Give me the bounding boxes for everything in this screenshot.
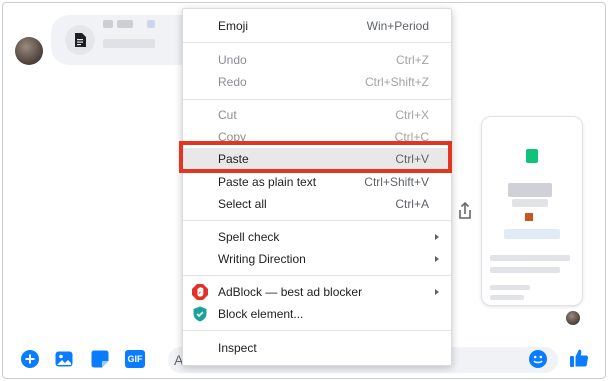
menu-item-label: Undo — [218, 53, 247, 67]
menu-item-label: Block element... — [218, 307, 304, 321]
shared-image-preview[interactable] — [481, 116, 583, 306]
menu-item-label: Spell check — [218, 230, 280, 244]
menu-separator — [183, 99, 451, 100]
menu-item-shortcut: Ctrl+Shift+V — [364, 175, 429, 189]
redacted-filename — [117, 20, 133, 28]
menu-item-writing-direction[interactable]: Writing Direction — [183, 248, 451, 270]
menu-item-shortcut: Ctrl+C — [394, 130, 429, 144]
menu-separator — [183, 330, 451, 331]
redacted-badge — [525, 213, 533, 221]
redacted-banner — [504, 229, 560, 239]
redacted-filesize — [103, 39, 155, 48]
menu-item-inspect[interactable]: Inspect — [183, 337, 451, 359]
emoji-icon[interactable] — [529, 350, 547, 368]
menu-item-label: Copy — [218, 130, 247, 144]
submenu-arrow-icon — [435, 289, 439, 295]
menu-item-shortcut: Ctrl+X — [395, 108, 429, 122]
submenu-arrow-icon — [435, 234, 439, 240]
redacted-filename — [103, 20, 113, 28]
menu-item-label: Redo — [218, 75, 247, 89]
menu-item-label: Paste as plain text — [218, 175, 317, 189]
share-icon[interactable] — [456, 201, 474, 221]
menu-item-block-element[interactable]: Block element... — [183, 303, 451, 325]
redacted-text — [490, 267, 560, 273]
file-icon — [65, 25, 95, 55]
menu-item-paste[interactable]: Paste Ctrl+V — [183, 148, 451, 170]
context-menu: Emoji Win+Period Undo Ctrl+Z Redo Ctrl+S… — [182, 8, 452, 366]
plus-circle-icon[interactable] — [21, 350, 39, 368]
sticker-icon[interactable] — [91, 350, 109, 368]
adblock-icon — [192, 284, 208, 300]
menu-item-label: AdBlock — best ad blocker — [218, 285, 363, 299]
menu-item-paste-plain-text[interactable]: Paste as plain text Ctrl+Shift+V — [183, 171, 451, 193]
menu-item-label: Paste — [218, 152, 249, 166]
gif-icon[interactable]: GIF — [125, 350, 145, 368]
redacted-title — [508, 183, 552, 197]
menu-item-label: Writing Direction — [218, 252, 306, 266]
menu-separator — [183, 42, 451, 43]
thumbs-up-icon[interactable] — [569, 348, 589, 368]
menu-separator — [183, 275, 451, 276]
image-icon[interactable] — [55, 350, 73, 368]
menu-item-undo[interactable]: Undo Ctrl+Z — [183, 49, 451, 71]
menu-item-spell-check[interactable]: Spell check — [183, 226, 451, 248]
redacted-subtitle — [512, 199, 548, 207]
menu-item-shortcut: Ctrl+Shift+Z — [364, 75, 429, 89]
menu-item-label: Cut — [218, 108, 237, 122]
redacted-text — [490, 255, 570, 261]
menu-item-emoji[interactable]: Emoji Win+Period — [183, 15, 451, 37]
menu-item-cut[interactable]: Cut Ctrl+X — [183, 104, 451, 126]
menu-item-shortcut: Ctrl+A — [395, 197, 429, 211]
menu-item-shortcut: Win+Period — [366, 19, 429, 33]
menu-item-copy[interactable]: Copy Ctrl+C — [183, 126, 451, 148]
menu-separator — [183, 220, 451, 221]
menu-item-adblock[interactable]: AdBlock — best ad blocker — [183, 281, 451, 303]
app-logo-icon — [526, 149, 538, 163]
seen-avatar — [566, 311, 580, 325]
shield-icon — [193, 306, 207, 322]
menu-item-label: Emoji — [218, 19, 249, 33]
menu-item-select-all[interactable]: Select all Ctrl+A — [183, 193, 451, 215]
redacted-filename — [147, 20, 155, 28]
menu-item-shortcut: Ctrl+Z — [396, 53, 429, 67]
menu-item-redo[interactable]: Redo Ctrl+Shift+Z — [183, 71, 451, 93]
menu-item-label: Select all — [218, 197, 267, 211]
menu-item-shortcut: Ctrl+V — [395, 152, 429, 166]
menu-item-label: Inspect — [218, 341, 257, 355]
redacted-text — [490, 285, 530, 290]
submenu-arrow-icon — [435, 256, 439, 262]
contact-avatar[interactable] — [15, 37, 43, 65]
redacted-text — [490, 295, 524, 300]
